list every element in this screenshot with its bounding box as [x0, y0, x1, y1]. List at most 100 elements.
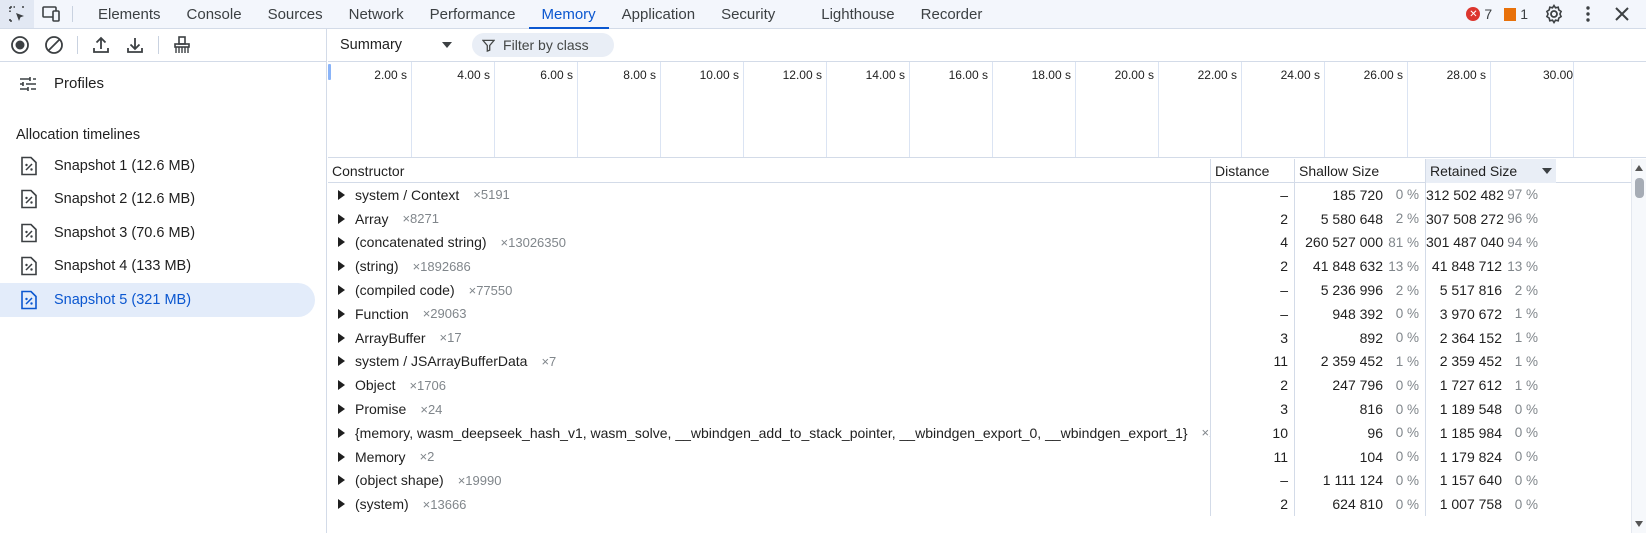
expand-triangle-icon[interactable] — [338, 213, 345, 224]
tab-security[interactable]: Security — [708, 0, 788, 28]
snapshot-item-3[interactable]: Snapshot 3 (70.6 MB) — [0, 216, 315, 250]
scroll-down-arrow-icon[interactable] — [1635, 521, 1643, 527]
record-icon[interactable] — [7, 32, 33, 58]
snapshot-item-5[interactable]: Snapshot 5 (321 MB) — [0, 283, 315, 317]
table-row[interactable]: Object ×1706 2 247 796 0 % 1 727 612 1 % — [328, 373, 1646, 398]
snapshot-item-1[interactable]: Snapshot 1 (12.6 MB) — [0, 149, 315, 183]
settings-gear-icon[interactable] — [1540, 0, 1568, 28]
timeline-gridline — [411, 62, 412, 157]
tab-application[interactable]: Application — [609, 0, 708, 28]
tab-console[interactable]: Console — [174, 0, 255, 28]
retained-size-value: 1 179 824 — [1439, 448, 1502, 465]
expand-triangle-icon[interactable] — [338, 380, 345, 391]
timeline-gridline — [1158, 62, 1159, 157]
retained-size-value: 301 487 040 — [1426, 234, 1504, 251]
retained-size-percent: 0 % — [1514, 425, 1538, 441]
scrollbar-thumb[interactable] — [1635, 178, 1644, 198]
expand-triangle-icon[interactable] — [338, 332, 345, 343]
shallow-size-column-header[interactable]: Shallow Size — [1295, 159, 1426, 183]
retained-size-value: 5 517 816 — [1439, 282, 1502, 299]
expand-triangle-icon[interactable] — [338, 308, 345, 319]
instance-count: ×2 — [419, 449, 435, 465]
retained-size-cell: 3 970 672 1 % — [1426, 302, 1556, 326]
shallow-size-value: 1 111 124 — [1322, 472, 1383, 489]
load-profile-icon[interactable] — [88, 32, 114, 58]
shallow-size-percent: 0 % — [1395, 306, 1419, 322]
table-row[interactable]: (compiled code) ×77550–5 236 996 2 % 5 517 … — [328, 278, 1646, 302]
snapshot-item-2[interactable]: Snapshot 2 (12.6 MB) — [0, 183, 315, 217]
retained-size-column-header[interactable]: Retained Size — [1426, 159, 1556, 183]
shallow-size-cell: 5 236 996 2 % — [1295, 278, 1426, 302]
shallow-size-value: 2 359 452 — [1320, 353, 1383, 370]
retained-size-value: 1 727 612 — [1439, 377, 1502, 394]
clear-all-icon[interactable] — [41, 32, 67, 58]
table-row[interactable]: {memory, wasm_deepseek_hash_v1, wasm_sol… — [328, 420, 1646, 445]
expand-triangle-icon[interactable] — [338, 237, 345, 248]
panel-tabs: Elements Console Sources Network Performance… — [85, 0, 996, 29]
tab-recorder[interactable]: Recorder — [908, 0, 996, 28]
table-row[interactable]: system / JSArrayBufferData ×7 11 2 359 452 1… — [328, 349, 1646, 374]
expand-triangle-icon[interactable] — [338, 404, 345, 415]
expand-triangle-icon[interactable] — [338, 261, 345, 272]
filter-bar: Summary Filter by class — [328, 29, 1646, 62]
shallow-size-value: 41 848 632 — [1312, 258, 1383, 275]
device-toolbar-icon[interactable] — [34, 0, 68, 28]
scroll-up-arrow-icon[interactable] — [1635, 165, 1643, 171]
tab-performance[interactable]: Performance — [417, 0, 529, 28]
timeline-gridline — [992, 62, 993, 157]
profiles-sidebar: Profiles Allocation timelines Snapshot 1… — [0, 29, 327, 533]
warning-badge[interactable]: 1 — [1504, 6, 1528, 22]
tab-lighthouse[interactable]: Lighthouse — [808, 0, 907, 28]
snapshot-item-4[interactable]: Snapshot 4 (133 MB) — [0, 250, 315, 284]
expand-triangle-icon[interactable] — [338, 427, 345, 438]
tab-network[interactable]: Network — [336, 0, 417, 28]
view-select[interactable]: Summary — [340, 37, 453, 53]
table-row[interactable]: Promise ×24 3 816 0 % 1 189 548 0 % — [328, 397, 1646, 421]
constructor-column-header[interactable]: Constructor — [328, 159, 1211, 183]
timeline-range-handle[interactable] — [328, 64, 331, 80]
retained-size-percent: 2 % — [1514, 282, 1538, 298]
tab-elements[interactable]: Elements — [85, 0, 174, 28]
collect-garbage-icon[interactable] — [169, 32, 195, 58]
retained-size-cell: 1 179 824 0 % — [1426, 445, 1556, 469]
expand-triangle-icon[interactable] — [338, 475, 345, 486]
profile-toolbar — [0, 29, 326, 62]
shallow-size-cell: 96 0 % — [1295, 420, 1426, 445]
expand-triangle-icon[interactable] — [338, 499, 345, 510]
table-row[interactable]: Array ×8271 2 5 580 648 2 % 307 508 272 96 % — [328, 206, 1646, 231]
save-profile-icon[interactable] — [122, 32, 148, 58]
shallow-size-value: 5 236 996 — [1320, 282, 1383, 299]
expand-triangle-icon[interactable] — [338, 285, 345, 296]
profiles-header[interactable]: Profiles — [0, 62, 326, 105]
constructor-cell: (string) ×1892686 — [328, 254, 1211, 279]
close-devtools-icon[interactable] — [1608, 0, 1636, 28]
retained-size-percent: 1 % — [1514, 330, 1538, 346]
distance-column-header[interactable]: Distance — [1211, 159, 1295, 183]
inspect-element-icon[interactable] — [0, 0, 34, 28]
shallow-size-value: 624 810 — [1332, 496, 1383, 513]
filter-by-class-input[interactable]: Filter by class — [472, 33, 615, 57]
expand-triangle-icon[interactable] — [338, 451, 345, 462]
tab-sources[interactable]: Sources — [255, 0, 336, 28]
timeline-tick-label: 8.00 s — [623, 68, 656, 82]
error-badge[interactable]: ✕ 7 — [1466, 6, 1492, 22]
constructor-cell: Promise ×24 — [328, 397, 1211, 421]
table-scrollbar[interactable] — [1631, 159, 1646, 533]
table-row[interactable]: system / Context ×5191 – 185 720 0 % 312 502 … — [328, 183, 1646, 207]
more-options-icon[interactable] — [1574, 0, 1602, 28]
allocation-timeline[interactable]: 2.00 s 4.00 s 6.00 s 8.00 s 10.00 s 12.00 s 14… — [328, 62, 1646, 158]
instance-count: ×8271 — [402, 211, 439, 227]
tab-memory[interactable]: Memory — [528, 0, 609, 29]
expand-triangle-icon[interactable] — [338, 356, 345, 367]
table-row[interactable]: ArrayBuffer ×17 3 892 0 % 2 364 152 1 % — [328, 325, 1646, 350]
shallow-size-value: 260 527 000 — [1305, 234, 1383, 251]
table-row[interactable]: Function ×29063 – 948 392 0 % 3 970 672 1 % — [328, 301, 1646, 326]
retained-size-cell: 1 727 612 1 % — [1426, 373, 1556, 397]
table-row[interactable]: (system) ×13666 2 624 810 0 % 1 007 758 0 % — [328, 492, 1646, 517]
table-row[interactable]: Memory ×2 11 104 0 % 1 179 824 0 % — [328, 444, 1646, 469]
table-row[interactable]: (object shape) ×19990–1 111 124 0 % 1 157 6… — [328, 468, 1646, 493]
expand-triangle-icon[interactable] — [338, 189, 345, 200]
table-row[interactable]: (concatenated string) ×13026350 4 260 527 0… — [328, 230, 1646, 255]
instance-count: ×29063 — [422, 306, 467, 322]
table-row[interactable]: (string) ×1892686 2 41 848 632 13 % 41 848 71… — [328, 254, 1646, 279]
